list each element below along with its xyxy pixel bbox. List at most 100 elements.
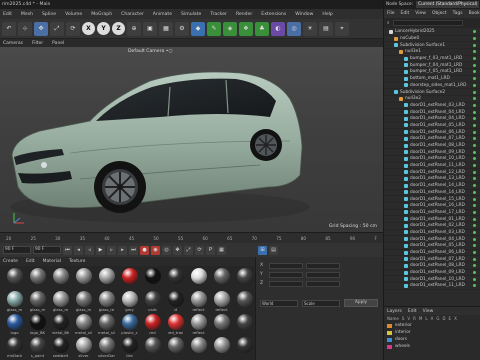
- tree-item[interactable]: doorD1_extPanel_06_LRD: [384, 129, 480, 136]
- tree-item[interactable]: doorD1_extPanel_05_LRD: [384, 243, 480, 250]
- visibility-check-icon[interactable]: [473, 123, 476, 127]
- material-swatch[interactable]: rimDark: [4, 337, 25, 359]
- tree-item[interactable]: LancerHybrid2025: [384, 29, 480, 36]
- render-settings-icon[interactable]: ⚙: [175, 21, 189, 36]
- z-axis-toggle[interactable]: Z: [112, 22, 125, 35]
- tree-item[interactable]: doorD1_extPanel_17_LRD: [384, 210, 480, 217]
- go-to-start-icon[interactable]: ⏮: [63, 245, 72, 255]
- environment-icon[interactable]: ◐: [271, 21, 285, 36]
- tree-item[interactable]: doorD1_extPanel_05_LRD: [384, 123, 480, 130]
- menu-item-help[interactable]: Help: [322, 12, 332, 17]
- parameter-key-icon[interactable]: P: [206, 245, 215, 255]
- size-field[interactable]: [306, 280, 340, 287]
- tree-item[interactable]: noCube0: [384, 36, 480, 43]
- tree-item[interactable]: Subdivision Surface2: [384, 89, 480, 96]
- prev-frame-icon[interactable]: ◃: [85, 245, 94, 255]
- menu-item-mesh[interactable]: Mesh: [21, 12, 33, 17]
- record-icon[interactable]: ●: [140, 245, 149, 255]
- material-swatch[interactable]: [4, 268, 25, 290]
- visibility-check-icon[interactable]: [473, 257, 476, 261]
- material-swatch[interactable]: s_paint: [27, 337, 48, 359]
- menu-item-mograph[interactable]: MoGraph: [91, 12, 112, 17]
- menu-item-render[interactable]: Render: [236, 12, 252, 17]
- material-swatch[interactable]: [234, 337, 255, 359]
- material-swatch[interactable]: red_tran: [165, 314, 186, 336]
- tree-item[interactable]: doorD1_extPanel_11_LRD: [384, 283, 480, 290]
- visibility-check-icon[interactable]: [473, 70, 476, 74]
- scale-icon[interactable]: ⤢: [50, 21, 64, 36]
- pen-icon[interactable]: ✎: [207, 21, 221, 36]
- material-swatch[interactable]: [234, 314, 255, 336]
- visibility-check-icon[interactable]: [473, 164, 476, 168]
- next-key-icon[interactable]: ▸: [118, 245, 127, 255]
- material-swatch[interactable]: silver: [73, 337, 94, 359]
- material-swatch[interactable]: plastic_c: [119, 314, 140, 336]
- visibility-check-icon[interactable]: [473, 170, 476, 174]
- timeline-window-icon[interactable]: ⊞: [258, 245, 267, 255]
- visibility-check-icon[interactable]: [473, 217, 476, 221]
- tree-item[interactable]: doorD1_extPanel_08_LRD: [384, 263, 480, 270]
- object-menu-bookm[interactable]: Bookm: [469, 11, 480, 16]
- material-swatch[interactable]: reflect: [188, 314, 209, 336]
- layer-menu-edit[interactable]: Edit: [408, 309, 417, 314]
- visibility-check-icon[interactable]: [473, 103, 476, 107]
- go-to-end-icon[interactable]: ⏭: [129, 245, 138, 255]
- visibility-check-icon[interactable]: [473, 157, 476, 161]
- menu-item-spline[interactable]: Spline: [42, 12, 56, 17]
- end-frame-field[interactable]: 90 F: [33, 246, 61, 254]
- next-frame-icon[interactable]: ▹: [107, 245, 116, 255]
- layer-menu-layers[interactable]: Layers: [387, 309, 402, 314]
- menu-item-character[interactable]: Character: [121, 12, 144, 17]
- material-menu-material[interactable]: Material: [43, 259, 61, 264]
- scale-key-icon[interactable]: ⤢: [184, 245, 193, 255]
- timeline-ruler[interactable]: 20 25 30 35 40 45 50 55 60 65 70 75 80 85 90 F: [0, 233, 383, 243]
- visibility-check-icon[interactable]: [473, 30, 476, 34]
- material-swatch[interactable]: [234, 268, 255, 290]
- material-swatch[interactable]: silverDar: [96, 337, 117, 359]
- material-swatch[interactable]: logo: [4, 314, 25, 336]
- material-swatch[interactable]: [142, 268, 163, 290]
- visibility-check-icon[interactable]: [473, 197, 476, 201]
- viewport-menu-filter[interactable]: Filter: [32, 41, 43, 46]
- material-swatch[interactable]: glass_m: [27, 291, 48, 313]
- visibility-check-icon[interactable]: [473, 137, 476, 141]
- object-menu-edit[interactable]: Edit: [401, 11, 410, 16]
- visibility-check-icon[interactable]: [473, 63, 476, 67]
- layout-icon[interactable]: ▤: [269, 245, 278, 255]
- material-swatch[interactable]: [50, 268, 71, 290]
- tree-item[interactable]: doorD1_extPanel_04_LRD: [384, 116, 480, 123]
- search-icon[interactable]: ⌕: [387, 20, 390, 26]
- material-swatch[interactable]: red: [142, 314, 163, 336]
- tree-item[interactable]: doorD1_extPanel_09_LRD: [384, 270, 480, 277]
- size-field[interactable]: [306, 262, 340, 269]
- visibility-check-icon[interactable]: [473, 43, 476, 47]
- camera-icon[interactable]: ◎: [287, 21, 301, 36]
- material-swatch[interactable]: glass_m: [50, 291, 71, 313]
- layer-row[interactable]: doors: [384, 336, 480, 343]
- tree-item[interactable]: doorD1_extPanel_15_LRD: [384, 196, 480, 203]
- tree-item[interactable]: doorD1_extPanel_04_LRD: [384, 236, 480, 243]
- camera-label[interactable]: Default Camera •○: [128, 49, 172, 54]
- material-swatch[interactable]: [73, 268, 94, 290]
- tree-item[interactable]: doorstep_sides_mat1_LRD: [384, 83, 480, 90]
- layer-row[interactable]: exterior: [384, 322, 480, 329]
- play-icon[interactable]: ▶: [96, 245, 105, 255]
- material-swatch[interactable]: grey: [119, 291, 140, 313]
- visibility-check-icon[interactable]: [473, 271, 476, 275]
- material-menu-create[interactable]: Create: [3, 259, 18, 264]
- search-input[interactable]: [392, 20, 463, 26]
- material-swatch[interactable]: [234, 291, 255, 313]
- layer-row[interactable]: interior: [384, 329, 480, 336]
- menu-item-window[interactable]: Window: [295, 12, 313, 17]
- tree-item[interactable]: doorD1_extPanel_10_LRD: [384, 156, 480, 163]
- visibility-check-icon[interactable]: [473, 230, 476, 234]
- position-field[interactable]: [269, 280, 303, 287]
- cube-icon[interactable]: ◆: [191, 21, 205, 36]
- tree-item[interactable]: doorD1_extPanel_03_LRD: [384, 103, 480, 110]
- menu-item-simulate[interactable]: Simulate: [181, 12, 201, 17]
- visibility-check-icon[interactable]: [473, 130, 476, 134]
- move-icon[interactable]: ✥: [34, 21, 48, 36]
- tree-item[interactable]: null3e1: [384, 49, 480, 56]
- light-icon[interactable]: ☀: [303, 21, 317, 36]
- visibility-check-icon[interactable]: [473, 224, 476, 228]
